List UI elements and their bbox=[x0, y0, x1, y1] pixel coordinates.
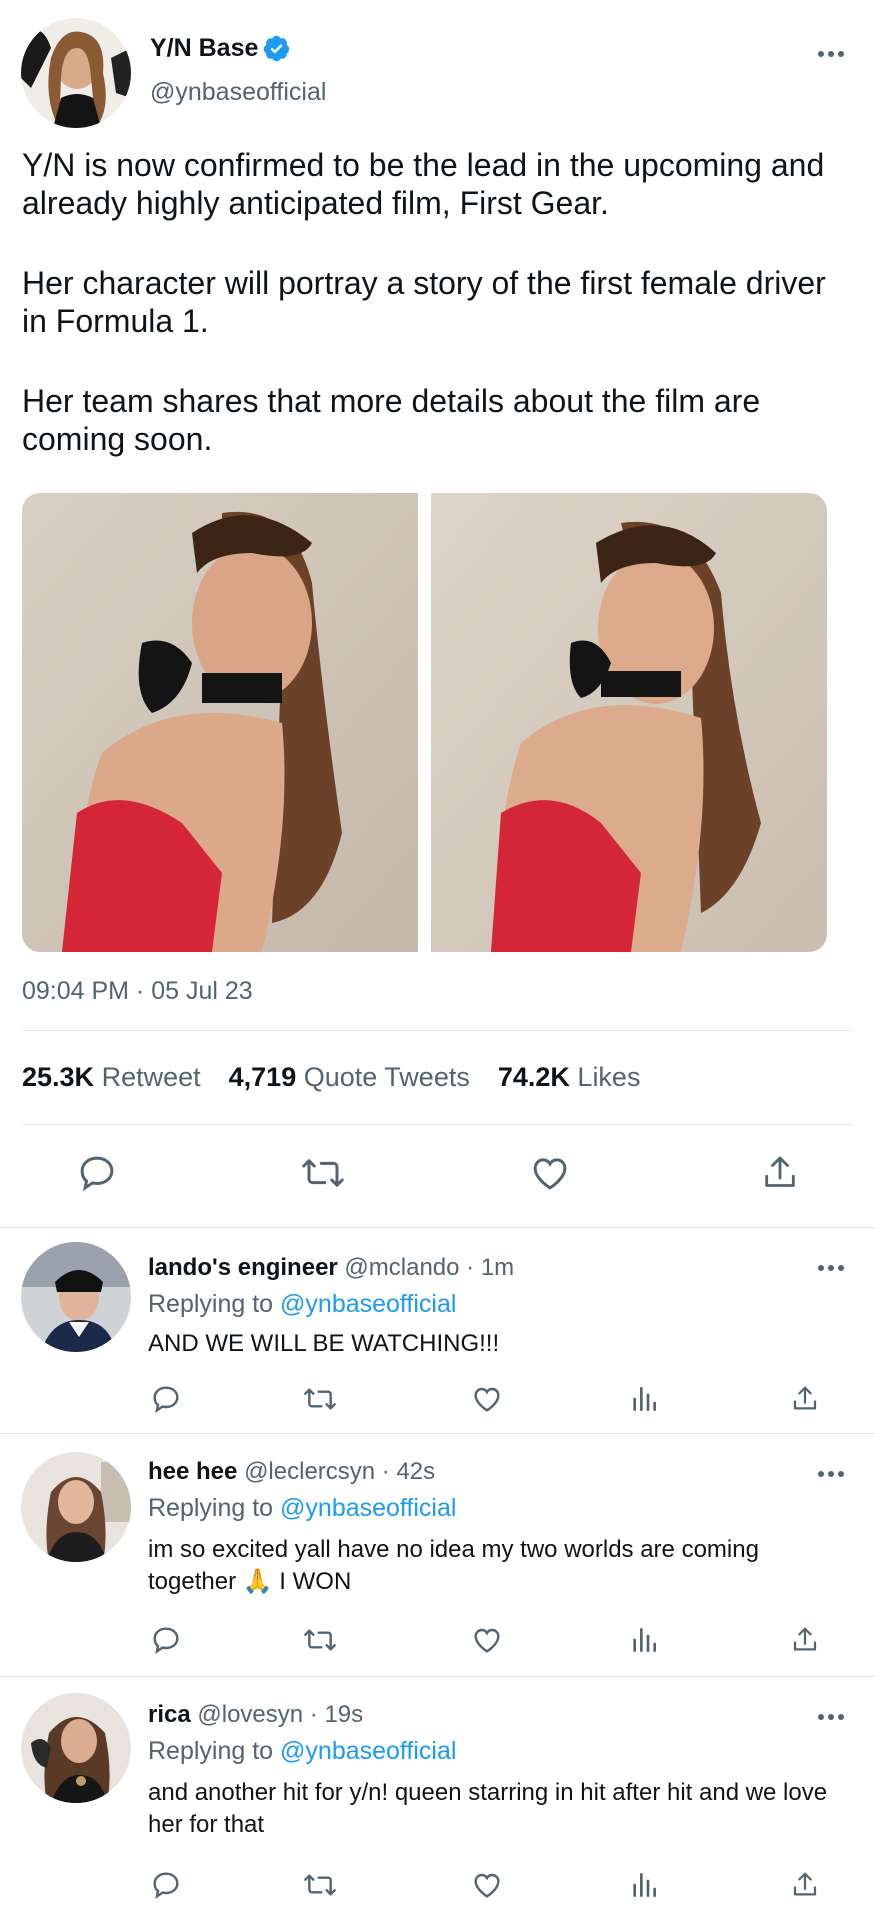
quote-tweets-count: 4,719 bbox=[228, 1062, 297, 1092]
replying-to-prefix: Replying to bbox=[148, 1494, 274, 1522]
like-icon[interactable] bbox=[528, 1152, 572, 1194]
replying-to: Replying to @ynbaseofficial bbox=[148, 1737, 456, 1766]
tweet-text: Y/N is now confirmed to be the lead in t… bbox=[22, 146, 852, 500]
reply-author-handle[interactable]: @mclando · 1m bbox=[344, 1254, 514, 1281]
tweet-paragraph: Y/N is now confirmed to be the lead in t… bbox=[22, 147, 825, 221]
tweet-actions bbox=[0, 1152, 875, 1196]
reply-icon[interactable] bbox=[150, 1869, 182, 1901]
retweets-count: 25.3K bbox=[22, 1062, 95, 1092]
reply-author-name[interactable]: lando's engineer bbox=[148, 1254, 338, 1281]
quote-tweets-stat[interactable]: 4,719 Quote Tweets bbox=[229, 1062, 470, 1093]
like-icon[interactable] bbox=[470, 1624, 504, 1656]
retweet-icon[interactable] bbox=[300, 1152, 346, 1194]
retweet-icon[interactable] bbox=[302, 1383, 338, 1415]
author-handle[interactable]: @ynbaseofficial bbox=[150, 78, 326, 107]
tweet-photo-1[interactable] bbox=[22, 493, 418, 952]
reply-tweet: hee hee @leclercsyn · 42s Replying to @y… bbox=[0, 1434, 875, 1676]
reply-tweet: lando's engineer @mclando · 1m Replying … bbox=[0, 1228, 875, 1433]
more-options-icon[interactable] bbox=[816, 1468, 846, 1480]
retweet-icon[interactable] bbox=[302, 1869, 338, 1901]
reply-header: hee hee @leclercsyn · 42s bbox=[148, 1458, 435, 1486]
replying-to-prefix: Replying to bbox=[148, 1290, 274, 1318]
more-options-icon[interactable] bbox=[816, 48, 846, 60]
tweet-timestamp[interactable]: 09:04 PM · 05 Jul 23 bbox=[22, 977, 253, 1006]
share-icon[interactable] bbox=[760, 1152, 800, 1194]
reply-avatar[interactable] bbox=[21, 1242, 131, 1352]
replying-to-link[interactable]: @ynbaseofficial bbox=[280, 1737, 456, 1765]
author-avatar[interactable] bbox=[21, 18, 131, 128]
reply-author-handle[interactable]: @lovesyn · 19s bbox=[197, 1701, 363, 1728]
replying-to: Replying to @ynbaseofficial bbox=[148, 1494, 456, 1523]
likes-label: Likes bbox=[577, 1062, 641, 1092]
reply-header: rica @lovesyn · 19s bbox=[148, 1701, 363, 1729]
share-icon[interactable] bbox=[790, 1869, 820, 1901]
reply-text: im so excited yall have no idea my two w… bbox=[148, 1536, 759, 1595]
tweet-paragraph: Her character will portray a story of th… bbox=[22, 265, 826, 339]
replying-to-link[interactable]: @ynbaseofficial bbox=[280, 1494, 456, 1522]
more-options-icon[interactable] bbox=[816, 1711, 846, 1723]
reply-actions bbox=[0, 1624, 875, 1658]
reply-avatar[interactable] bbox=[21, 1693, 131, 1803]
reply-icon[interactable] bbox=[150, 1624, 182, 1656]
main-tweet: Y/N Base @ynbaseofficial Y/N is now conf… bbox=[0, 0, 875, 1227]
tweet-paragraph: Her team shares that more details about … bbox=[22, 383, 761, 457]
quote-tweets-label: Quote Tweets bbox=[303, 1062, 470, 1092]
replying-to: Replying to @ynbaseofficial bbox=[148, 1290, 456, 1319]
share-icon[interactable] bbox=[790, 1383, 820, 1415]
divider bbox=[22, 1030, 852, 1031]
author-name[interactable]: Y/N Base bbox=[150, 34, 291, 63]
reply-author-handle[interactable]: @leclercsyn · 42s bbox=[244, 1458, 435, 1485]
reply-tweet: rica @lovesyn · 19s Replying to @ynbaseo… bbox=[0, 1677, 875, 1920]
divider bbox=[22, 1124, 852, 1125]
reply-author-name[interactable]: hee hee bbox=[148, 1458, 237, 1485]
author-name-text: Y/N Base bbox=[150, 34, 259, 62]
like-icon[interactable] bbox=[470, 1869, 504, 1901]
analytics-icon[interactable] bbox=[628, 1869, 660, 1901]
tweet-photo-2[interactable] bbox=[431, 493, 827, 952]
likes-count: 74.2K bbox=[497, 1062, 570, 1092]
reply-text: AND WE WILL BE WATCHING!!! bbox=[148, 1330, 500, 1357]
reply-text: and another hit for y/n! queen starring … bbox=[148, 1779, 828, 1838]
retweet-icon[interactable] bbox=[302, 1624, 338, 1656]
share-icon[interactable] bbox=[790, 1624, 820, 1656]
reply-icon[interactable] bbox=[76, 1152, 118, 1194]
retweets-label: Retweet bbox=[101, 1062, 201, 1092]
more-options-icon[interactable] bbox=[816, 1262, 846, 1274]
reply-header: lando's engineer @mclando · 1m bbox=[148, 1254, 514, 1282]
reply-icon[interactable] bbox=[150, 1383, 182, 1415]
analytics-icon[interactable] bbox=[628, 1624, 660, 1656]
replying-to-prefix: Replying to bbox=[148, 1737, 274, 1765]
likes-stat[interactable]: 74.2K Likes bbox=[498, 1062, 641, 1093]
reply-actions bbox=[0, 1869, 875, 1903]
replying-to-link[interactable]: @ynbaseofficial bbox=[280, 1290, 456, 1318]
reply-avatar[interactable] bbox=[21, 1452, 131, 1562]
retweets-stat[interactable]: 25.3K Retweet bbox=[22, 1062, 201, 1093]
tweet-stats: 25.3K Retweet 4,719 Quote Tweets 74.2K L… bbox=[22, 1062, 640, 1093]
verified-badge-icon bbox=[262, 34, 291, 63]
reply-actions bbox=[0, 1383, 875, 1417]
like-icon[interactable] bbox=[470, 1383, 504, 1415]
analytics-icon[interactable] bbox=[628, 1383, 660, 1415]
reply-author-name[interactable]: rica bbox=[148, 1701, 191, 1728]
